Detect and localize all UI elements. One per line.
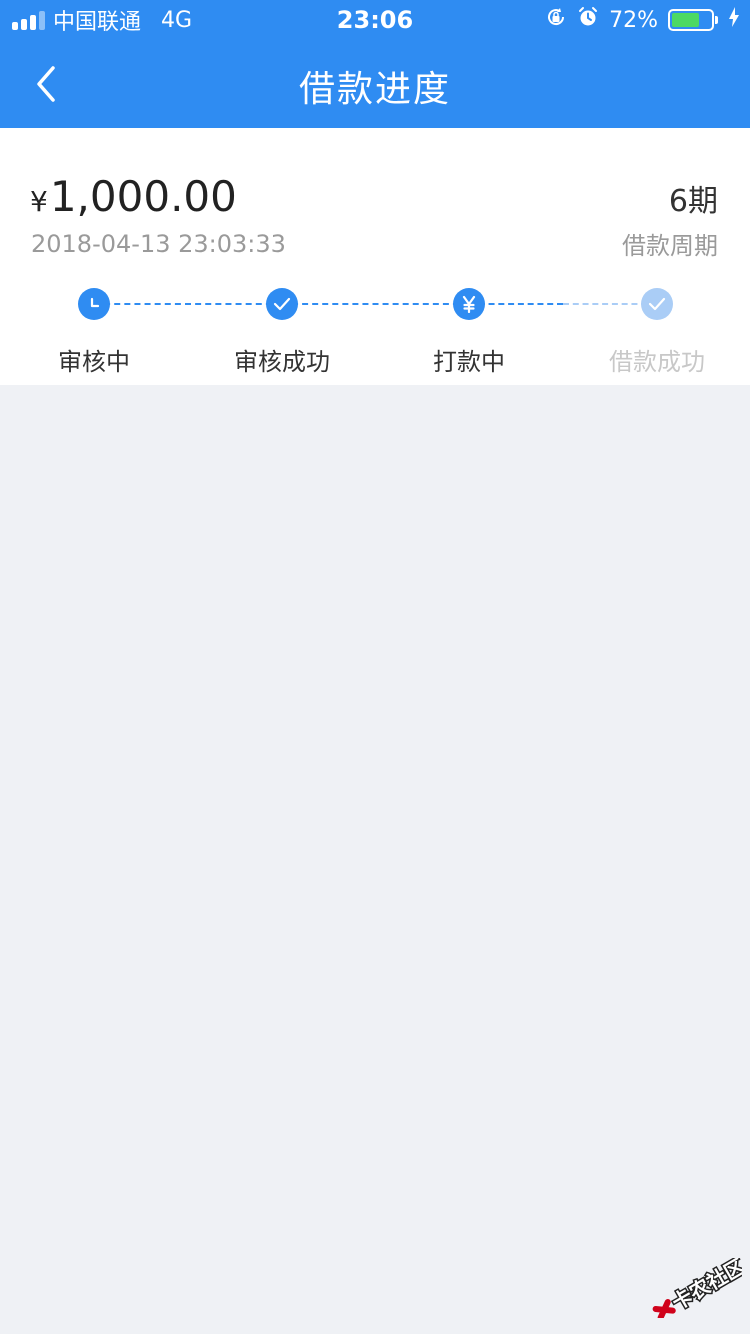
- check-icon: [266, 288, 298, 320]
- loan-datetime: 2018-04-13 23:03:33: [31, 230, 286, 258]
- rotation-lock-icon: [545, 6, 567, 34]
- nav-bar: 借款进度: [0, 40, 750, 128]
- status-right: 72%: [545, 6, 740, 34]
- step-label: 打款中: [433, 348, 505, 376]
- step-loan-success: 借款成功: [567, 288, 747, 377]
- charging-icon: [728, 6, 740, 34]
- step-disbursing: 打款中: [379, 288, 559, 377]
- loan-amount: ¥ 1,000.00: [30, 172, 237, 221]
- step-label: 借款成功: [609, 348, 705, 376]
- amount-value: 1,000.00: [49, 172, 237, 221]
- loan-period-label: 借款周期: [622, 232, 718, 260]
- step-label: 审核中: [58, 348, 130, 376]
- progress-steps: 审核中 审核成功 打款中 借款成功: [0, 288, 750, 378]
- page-title: 借款进度: [298, 69, 451, 110]
- status-bar: 中国联通 4G 23:06 72%: [0, 0, 750, 40]
- clock-icon: [78, 288, 110, 320]
- loan-progress-card: ¥ 1,000.00 2018-04-13 23:03:33 6期 借款周期 审…: [0, 128, 750, 385]
- step-label: 审核成功: [234, 348, 330, 376]
- alarm-icon: [577, 6, 599, 34]
- svg-text:卡农社区: 卡农社区: [668, 1258, 742, 1315]
- battery-percent: 72%: [609, 7, 658, 33]
- check-icon: [641, 288, 673, 320]
- yen-icon: [453, 288, 485, 320]
- header: 中国联通 4G 23:06 72% 借款进度: [0, 0, 750, 128]
- watermark-logo: 卡农社区: [642, 1252, 750, 1321]
- step-reviewing: 审核中: [4, 288, 184, 377]
- battery-icon: [668, 9, 718, 31]
- step-review-success: 审核成功: [192, 288, 372, 377]
- currency-symbol: ¥: [30, 185, 48, 218]
- loan-period-value: 6期: [668, 184, 718, 219]
